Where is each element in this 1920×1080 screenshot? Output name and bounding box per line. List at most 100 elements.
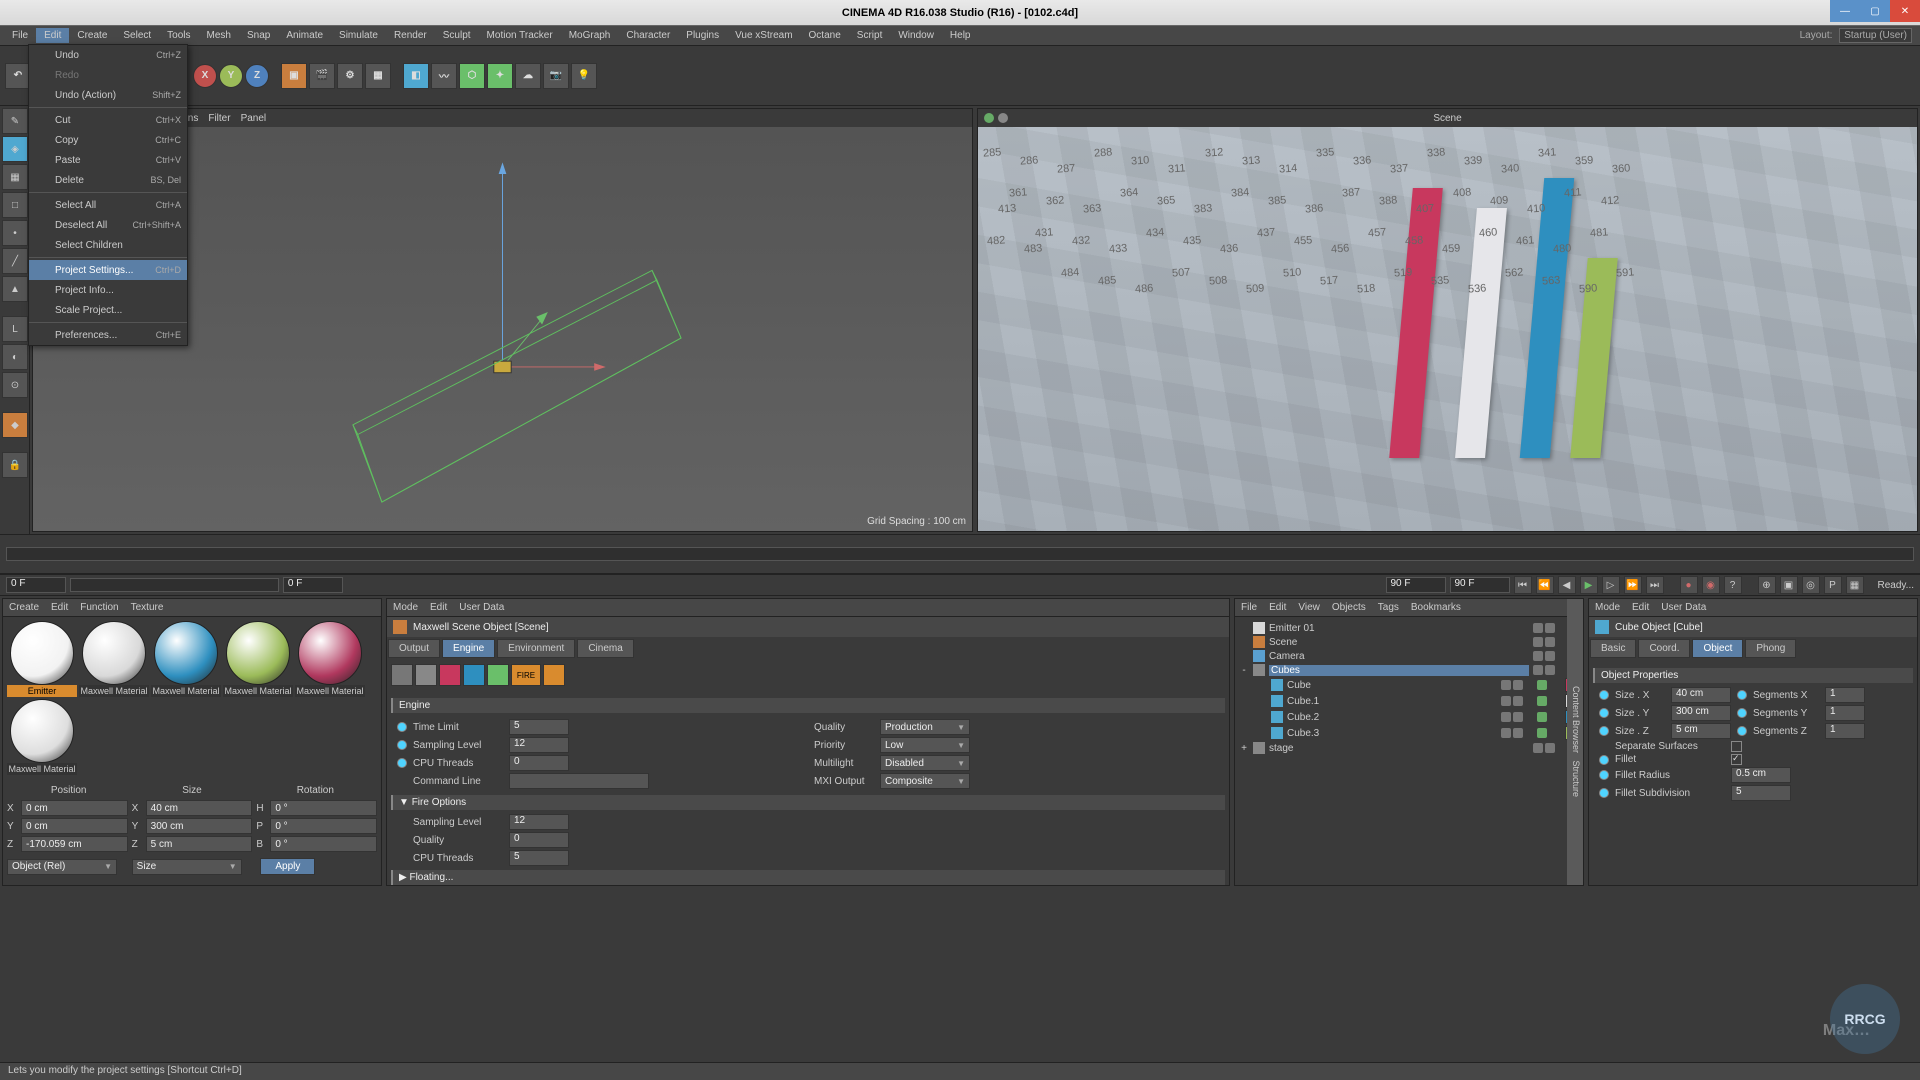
add-spline-icon[interactable]: 〰 xyxy=(431,63,457,89)
size-y-radio[interactable] xyxy=(1599,708,1609,718)
edit-menu-delete[interactable]: DeleteBS, Del xyxy=(29,170,187,190)
keyframe-icon[interactable]: ? xyxy=(1724,576,1742,594)
viewport-solo-icon[interactable]: ◐ xyxy=(2,344,28,370)
menu-window[interactable]: Window xyxy=(890,28,942,43)
menu-help[interactable]: Help xyxy=(942,28,979,43)
material-swatch-5[interactable]: Maxwell Material xyxy=(7,699,77,775)
size-x-field[interactable]: 40 cm xyxy=(146,800,253,816)
cube-seg-z-field[interactable]: 1 xyxy=(1825,723,1865,739)
pos-z-field[interactable]: -170.059 cm xyxy=(21,836,128,852)
attr-tab-mode[interactable]: Mode xyxy=(393,602,418,613)
obj-tab-tags[interactable]: Tags xyxy=(1378,602,1399,613)
cube-tab-edit[interactable]: Edit xyxy=(1632,602,1649,613)
polygon-mode-icon[interactable]: ▲ xyxy=(2,276,28,302)
record-icon[interactable]: ● xyxy=(1680,576,1698,594)
axis-z-toggle-icon[interactable]: Z xyxy=(245,64,269,88)
prev-frame-icon[interactable]: ◀ xyxy=(1558,576,1576,594)
mat-tab-texture[interactable]: Texture xyxy=(131,602,164,613)
window-maximize-button[interactable]: ▢ xyxy=(1860,0,1890,22)
sampling-radio[interactable] xyxy=(397,740,407,750)
edit-menu-select-all[interactable]: Select AllCtrl+A xyxy=(29,195,187,215)
engine-chip-2-icon[interactable] xyxy=(415,664,437,686)
pla-key-icon[interactable]: ▦ xyxy=(1846,576,1864,594)
edit-menu-project-settings-[interactable]: Project Settings...Ctrl+D xyxy=(29,260,187,280)
priority-select[interactable]: Low▼ xyxy=(880,737,970,753)
fillet-sub-field[interactable]: 5 xyxy=(1731,785,1791,801)
edit-menu-cut[interactable]: CutCtrl+X xyxy=(29,110,187,130)
object-row-scene[interactable]: Scene xyxy=(1239,635,1579,649)
texture-mode-icon[interactable]: ▦ xyxy=(2,164,28,190)
add-generator-icon[interactable]: ⬡ xyxy=(459,63,485,89)
engine-chip-1-icon[interactable] xyxy=(391,664,413,686)
scene-tab-cinema[interactable]: Cinema xyxy=(577,639,633,658)
fillet-radius-radio[interactable] xyxy=(1599,770,1609,780)
add-environment-icon[interactable]: ☁ xyxy=(515,63,541,89)
material-swatch-4[interactable]: Maxwell Material xyxy=(295,621,365,697)
edit-menu-deselect-all[interactable]: Deselect AllCtrl+Shift+A xyxy=(29,215,187,235)
edit-menu-select-children[interactable]: Select Children xyxy=(29,235,187,255)
pos-x-field[interactable]: 0 cm xyxy=(21,800,128,816)
time-limit-radio[interactable] xyxy=(397,722,407,732)
material-swatch-2[interactable]: Maxwell Material xyxy=(151,621,221,697)
fillet-checkbox[interactable] xyxy=(1731,754,1742,765)
menu-edit[interactable]: Edit xyxy=(36,28,69,43)
param-key-icon[interactable]: P xyxy=(1824,576,1842,594)
menu-vue[interactable]: Vue xStream xyxy=(727,28,800,43)
step-fwd-icon[interactable]: ⏩ xyxy=(1624,576,1642,594)
cube-seg-x-field[interactable]: 1 xyxy=(1825,687,1865,703)
fillet-radio[interactable] xyxy=(1599,755,1609,765)
goto-start-icon[interactable]: ⏮ xyxy=(1514,576,1532,594)
edit-menu-project-info-[interactable]: Project Info... xyxy=(29,280,187,300)
size-x-radio[interactable] xyxy=(1599,690,1609,700)
axis-mode-icon[interactable]: L xyxy=(2,316,28,342)
cube-size-z-field[interactable]: 5 cm xyxy=(1671,723,1731,739)
menu-plugins[interactable]: Plugins xyxy=(678,28,727,43)
obj-tab-file[interactable]: File xyxy=(1241,602,1257,613)
separate-checkbox[interactable] xyxy=(1731,741,1742,752)
axis-x-toggle-icon[interactable]: X xyxy=(193,64,217,88)
time-limit-field[interactable]: 5 xyxy=(509,719,569,735)
object-row-cube-1[interactable]: Cube.1 xyxy=(1239,693,1579,709)
object-row-cube-2[interactable]: Cube.2 xyxy=(1239,709,1579,725)
engine-chip-6-icon[interactable] xyxy=(543,664,565,686)
snap-toggle-icon[interactable]: ⊙ xyxy=(2,372,28,398)
render-settings-icon[interactable]: ⚙ xyxy=(337,63,363,89)
size-y-field[interactable]: 300 cm xyxy=(146,818,253,834)
seg-y-radio[interactable] xyxy=(1737,708,1747,718)
cube-tab-userdata[interactable]: User Data xyxy=(1661,602,1706,613)
cube-tab-mode[interactable]: Mode xyxy=(1595,602,1620,613)
object-row-camera[interactable]: Camera xyxy=(1239,649,1579,663)
mxi-select[interactable]: Composite▼ xyxy=(880,773,970,789)
engine-chip-3-icon[interactable] xyxy=(439,664,461,686)
fillet-sub-radio[interactable] xyxy=(1599,788,1609,798)
mat-tab-function[interactable]: Function xyxy=(80,602,118,613)
edge-mode-icon[interactable]: ╱ xyxy=(2,248,28,274)
material-swatch-1[interactable]: Maxwell Material xyxy=(79,621,149,697)
render-canvas[interactable]: 2852862872883103113123133143353363373383… xyxy=(978,127,1917,531)
window-minimize-button[interactable]: — xyxy=(1830,0,1860,22)
edit-menu-paste[interactable]: PasteCtrl+V xyxy=(29,150,187,170)
cube-size-y-field[interactable]: 300 cm xyxy=(1671,705,1731,721)
size-z-field[interactable]: 5 cm xyxy=(146,836,253,852)
fire-button[interactable]: FIRE xyxy=(511,664,541,686)
model-mode-icon[interactable]: ◈ xyxy=(2,136,28,162)
menu-sculpt[interactable]: Sculpt xyxy=(435,28,479,43)
scale-key-icon[interactable]: ▣ xyxy=(1780,576,1798,594)
next-frame-icon[interactable]: ▷ xyxy=(1602,576,1620,594)
seg-z-radio[interactable] xyxy=(1737,726,1747,736)
edit-menu-preferences-[interactable]: Preferences...Ctrl+E xyxy=(29,325,187,345)
menu-render[interactable]: Render xyxy=(386,28,435,43)
edit-menu-undo-action-[interactable]: Undo (Action)Shift+Z xyxy=(29,85,187,105)
size-z-radio[interactable] xyxy=(1599,726,1609,736)
add-light-icon[interactable]: 💡 xyxy=(571,63,597,89)
render-pict-icon[interactable]: 🎬 xyxy=(309,63,335,89)
menu-select[interactable]: Select xyxy=(115,28,159,43)
menu-tools[interactable]: Tools xyxy=(159,28,198,43)
cube-subtab-coord[interactable]: Coord. xyxy=(1638,639,1690,658)
play-icon[interactable]: ▶ xyxy=(1580,576,1598,594)
seg-x-radio[interactable] xyxy=(1737,690,1747,700)
point-mode-icon[interactable]: • xyxy=(2,220,28,246)
cube-seg-y-field[interactable]: 1 xyxy=(1825,705,1865,721)
autokey-icon[interactable]: ◉ xyxy=(1702,576,1720,594)
coord-mode-right[interactable]: Size▼ xyxy=(132,859,242,875)
